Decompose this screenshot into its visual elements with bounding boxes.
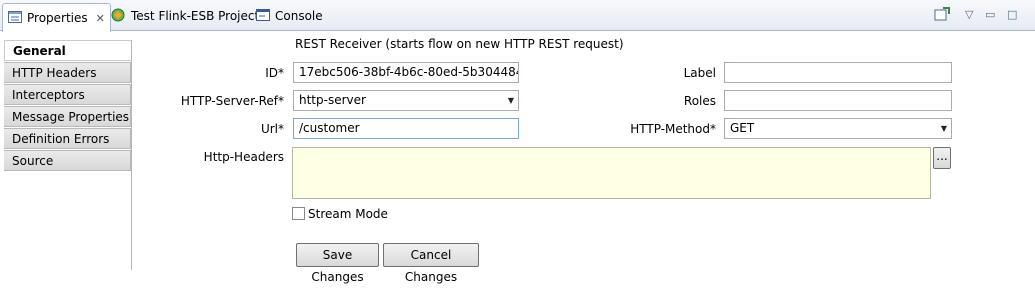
view-tab-bar: Properties ✕ Test Flink-ESB Project Cons…: [0, 0, 1035, 32]
label-field[interactable]: [724, 62, 952, 83]
http-headers-label: Http-Headers: [203, 150, 284, 164]
project-icon: [110, 7, 126, 26]
console-icon: [256, 8, 270, 24]
sidebar-item-http-headers[interactable]: HTTP Headers: [4, 62, 131, 83]
view-menu-icon[interactable]: ▽: [965, 8, 973, 21]
url-field[interactable]: /customer: [293, 118, 519, 139]
properties-sidebar: General HTTP Headers Interceptors Messag…: [4, 40, 132, 270]
stream-mode-checkbox[interactable]: [292, 207, 305, 220]
http-server-ref-value: http-server: [299, 93, 366, 107]
sidebar-item-interceptors[interactable]: Interceptors: [4, 84, 131, 105]
tab-label: Properties: [27, 11, 88, 25]
id-label: ID*: [265, 66, 284, 80]
close-icon[interactable]: ✕: [96, 12, 105, 25]
stream-mode-label: Stream Mode: [308, 207, 388, 221]
http-headers-browse-button[interactable]: ...: [933, 147, 951, 169]
sidebar-item-message-properties[interactable]: Message Properties: [4, 106, 131, 127]
cancel-changes-button[interactable]: Cancel Changes: [383, 243, 479, 284]
http-server-ref-label: HTTP-Server-Ref*: [180, 94, 284, 108]
save-changes-button[interactable]: Save Changes: [296, 243, 379, 284]
tab-label: Console: [275, 9, 323, 23]
http-method-value: GET: [730, 121, 755, 135]
open-new-window-icon[interactable]: [934, 7, 950, 24]
http-server-ref-combo[interactable]: http-server: [293, 90, 519, 111]
properties-icon: [8, 10, 22, 26]
maximize-icon[interactable]: □: [1007, 8, 1017, 21]
http-headers-field[interactable]: [292, 147, 931, 199]
http-method-combo[interactable]: GET: [724, 118, 952, 139]
id-field[interactable]: 17ebc506-38bf-4b6c-80ed-5b304484c4d3: [293, 62, 519, 83]
sidebar-item-general[interactable]: General: [4, 40, 131, 61]
roles-label: Roles: [683, 94, 716, 108]
minimize-icon[interactable]: ▭: [985, 8, 995, 21]
tab-test-flink-esb-project[interactable]: Test Flink-ESB Project: [110, 3, 259, 29]
url-label: Url*: [260, 122, 284, 136]
roles-field[interactable]: [724, 90, 952, 111]
sidebar-item-source[interactable]: Source: [4, 150, 131, 171]
label-label: Label: [683, 66, 716, 80]
http-method-label: HTTP-Method*: [630, 122, 716, 136]
tab-console[interactable]: Console: [256, 3, 323, 29]
tab-properties[interactable]: Properties ✕: [2, 3, 111, 32]
sidebar-item-definition-errors[interactable]: Definition Errors: [4, 128, 131, 149]
tab-label: Test Flink-ESB Project: [131, 9, 260, 23]
section-heading: REST Receiver (starts flow on new HTTP R…: [295, 37, 624, 51]
